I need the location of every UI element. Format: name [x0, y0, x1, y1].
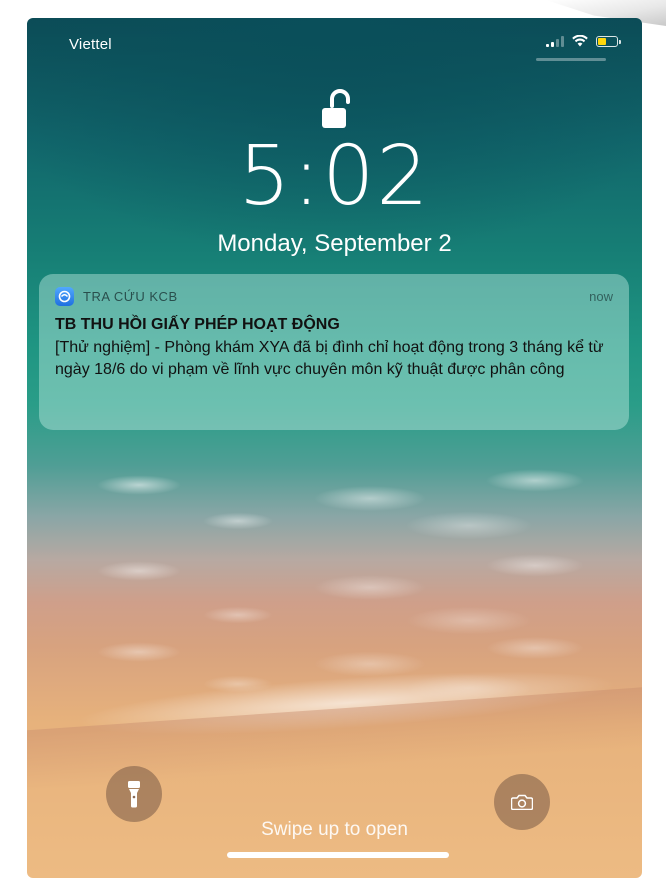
signal-icon	[546, 35, 564, 47]
clock-date: Monday, September 2	[217, 230, 452, 257]
notification-body: [Thử nghiệm] - Phòng khám XYA đã bị đình…	[55, 339, 604, 378]
notification-app-name: TRA CỨU KCB	[83, 288, 178, 304]
home-indicator[interactable]	[227, 852, 449, 858]
battery-icon	[596, 35, 621, 47]
clock-time: 5:02	[238, 129, 431, 224]
notification-header: TRA CỨU KCB now	[55, 286, 613, 306]
carrier-name: Viettel	[69, 36, 112, 53]
wave-foam	[27, 538, 642, 648]
flashlight-icon	[128, 781, 140, 808]
app-icon	[55, 286, 74, 306]
wifi-icon	[572, 35, 588, 47]
status-bar: Viettel	[27, 18, 642, 68]
notification-title: TB THU HỒI GIẤY PHÉP HOẠT ĐỘNG	[55, 316, 340, 333]
battery-level	[598, 37, 606, 45]
flashlight-button[interactable]	[106, 766, 162, 822]
notification-time: now	[589, 288, 613, 304]
wave-foam	[27, 458, 642, 548]
camera-icon	[511, 794, 533, 810]
control-center-indicator[interactable]	[536, 58, 606, 61]
lock-screen: Viettel 5:02 Monday, September 2 TRA CỨU…	[27, 18, 642, 878]
status-icons	[546, 35, 621, 47]
swipe-up-hint: Swipe up to open	[261, 819, 408, 840]
notification-card[interactable]: TRA CỨU KCB now TB THU HỒI GIẤY PHÉP HOẠ…	[39, 274, 629, 430]
unlocked-padlock-icon	[322, 89, 350, 128]
